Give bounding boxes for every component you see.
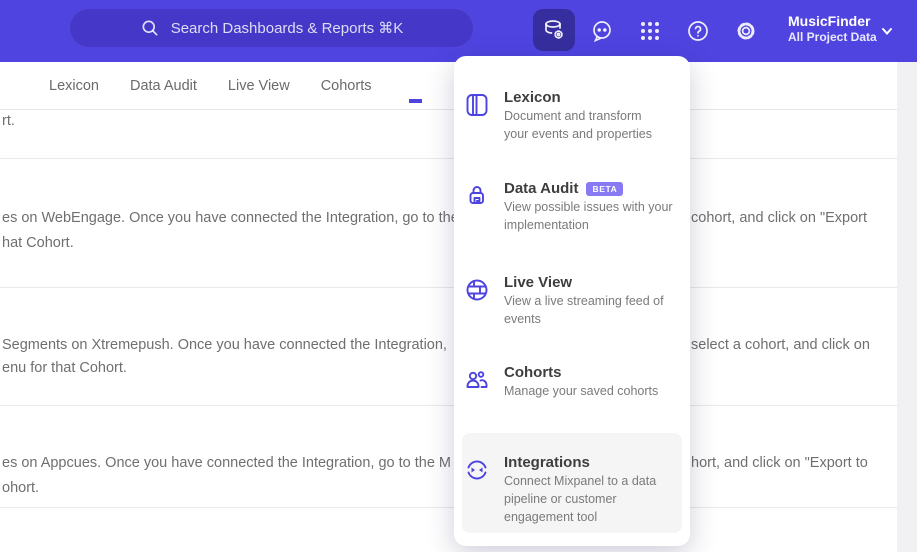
settings-button[interactable] [727, 12, 765, 50]
apps-grid-icon [638, 19, 662, 43]
project-subtitle: All Project Data [788, 30, 877, 44]
active-tab-indicator [409, 99, 422, 103]
data-audit-lock-icon [464, 183, 490, 234]
tab-lexicon[interactable]: Lexicon [49, 78, 99, 94]
menu-item-description: Manage your saved cohorts [504, 384, 659, 398]
list-item-text: hat Cohort. [2, 235, 74, 251]
menu-item-lexicon[interactable]: Lexicon Document and transform your even… [464, 89, 680, 143]
list-item-text: es on WebEngage. Once you have connected… [2, 210, 459, 226]
list-item-text: es on Appcues. Once you have connected t… [2, 455, 451, 471]
list-item-text: Segments on Xtremepush. Once you have co… [2, 337, 447, 353]
top-navigation-bar: Search Dashboards & Reports ⌘K MusicFind… [0, 0, 917, 62]
feedback-icon [590, 19, 614, 43]
lexicon-book-icon [464, 92, 490, 143]
data-management-tabbar: Lexicon Data Audit Live View Cohorts [0, 62, 897, 110]
menu-item-title: Live View [504, 274, 573, 291]
tab-cohorts[interactable]: Cohorts [321, 78, 372, 94]
list-item-text: ohort. [2, 480, 40, 496]
feedback-button[interactable] [583, 12, 621, 50]
cohorts-people-icon [464, 367, 490, 400]
menu-item-description: View a live streaming feed of events [504, 294, 664, 326]
menu-item-title: Data Audit BETA [504, 180, 673, 198]
menu-item-description: View possible issues with your implement… [504, 200, 673, 232]
menu-item-description: Document and transform your events and p… [504, 109, 653, 141]
project-name: MusicFinder [788, 13, 871, 29]
row-divider [0, 158, 897, 159]
list-item-text: cohort, and click on "Export [691, 210, 868, 226]
menu-item-cohorts[interactable]: Cohorts Manage your saved cohorts [464, 364, 680, 400]
tab-data-audit[interactable]: Data Audit [130, 78, 197, 94]
list-item-text: enu for that Cohort. [2, 360, 127, 376]
search-icon [140, 18, 160, 38]
menu-item-description: Connect Mixpanel to a data pipeline or c… [504, 474, 657, 524]
list-item-text: rt. [2, 113, 15, 129]
apps-grid-button[interactable] [631, 12, 669, 50]
integrations-list: rt. es on WebEngage. Once you have conne… [0, 110, 897, 552]
menu-item-title: Lexicon [504, 89, 561, 106]
chevron-down-icon[interactable] [878, 22, 896, 40]
beta-badge: BETA [586, 182, 624, 196]
list-item-text: select a cohort, and click on [691, 337, 870, 353]
vertical-scrollbar[interactable] [897, 62, 917, 552]
menu-item-title: Cohorts [504, 364, 562, 381]
data-management-icon [542, 18, 566, 42]
row-divider [0, 405, 897, 406]
search-placeholder: Search Dashboards & Reports ⌘K [170, 20, 404, 37]
project-switcher[interactable]: MusicFinder All Project Data [788, 12, 888, 45]
tab-live-view[interactable]: Live View [228, 78, 290, 94]
menu-item-title: Integrations [504, 454, 590, 471]
row-divider [0, 287, 897, 288]
help-button[interactable] [679, 12, 717, 50]
menu-item-live-view[interactable]: Live View View a live streaming feed of … [464, 274, 680, 328]
app-window: Search Dashboards & Reports ⌘K MusicFind… [0, 0, 917, 552]
row-divider [0, 507, 897, 508]
list-item-text: hort, and click on "Export to [691, 455, 868, 471]
settings-icon [734, 19, 758, 43]
menu-item-data-audit[interactable]: Data Audit BETA View possible issues wit… [464, 180, 680, 234]
data-management-dropdown: Lexicon Document and transform your even… [454, 56, 690, 546]
integrations-sync-icon [464, 457, 490, 526]
data-management-button[interactable] [533, 9, 575, 51]
help-icon [686, 19, 710, 43]
search-input[interactable]: Search Dashboards & Reports ⌘K [70, 9, 473, 47]
live-view-globe-icon [464, 277, 490, 328]
menu-item-integrations[interactable]: Integrations Connect Mixpanel to a data … [464, 454, 680, 526]
